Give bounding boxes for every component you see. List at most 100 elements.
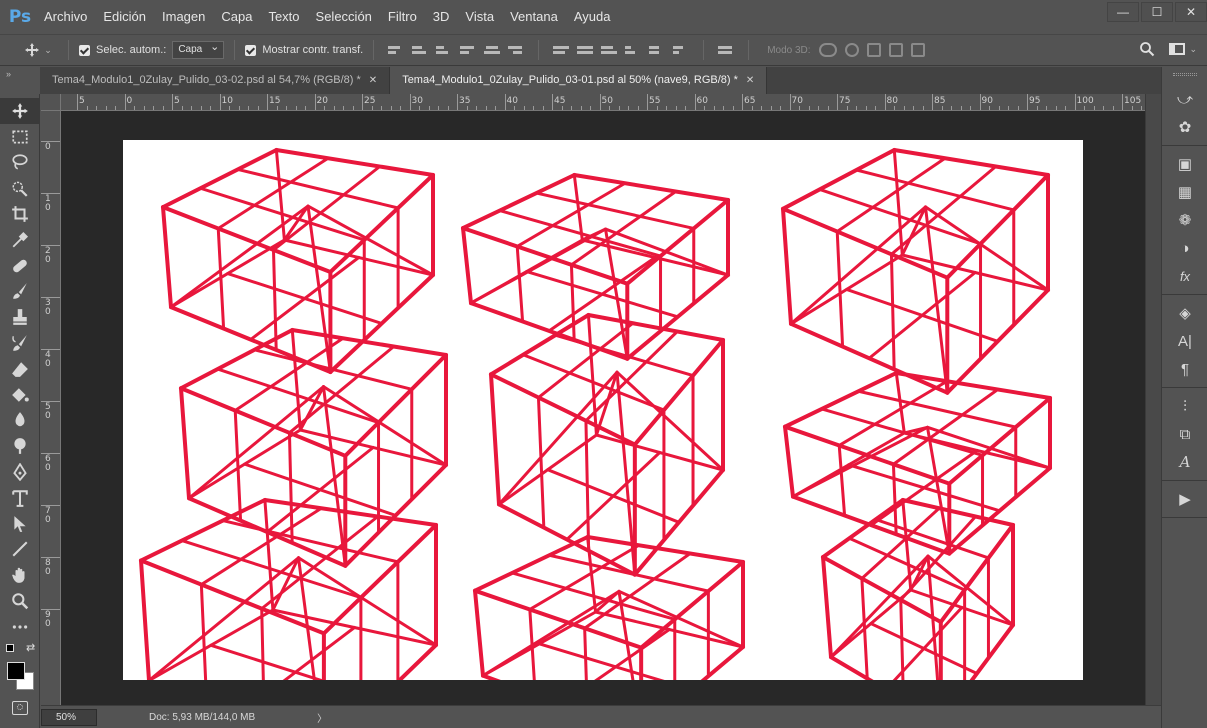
history-icon[interactable]: ⤻ <box>1162 85 1207 113</box>
hand-tool[interactable] <box>0 562 40 588</box>
type-tool[interactable] <box>0 485 40 511</box>
document-size-info[interactable]: Doc: 5,93 MB/144,0 MB <box>149 712 255 723</box>
quick-select-tool[interactable] <box>0 175 40 201</box>
slide-3d-icon[interactable] <box>888 43 903 57</box>
show-transform-checkbox[interactable] <box>245 44 257 56</box>
libraries-icon[interactable]: ▣ <box>1162 150 1207 178</box>
menu-ventana[interactable]: Ventana <box>502 0 566 34</box>
ruler-tick <box>941 106 943 110</box>
menu-vista[interactable]: Vista <box>457 0 502 34</box>
healing-tool[interactable] <box>0 253 40 279</box>
actions-icon[interactable]: ▶ <box>1162 485 1207 513</box>
distribute-left-icon[interactable] <box>625 42 641 58</box>
ruler-tick <box>447 106 449 110</box>
blur-tool[interactable] <box>0 408 40 434</box>
vertical-ruler[interactable]: 0 1 0 2 0 3 0 4 0 5 0 6 0 7 0 8 0 9 0 <box>41 111 61 705</box>
tab-document-03-01[interactable]: Tema4_Modulo1_0Zulay_Pulido_03-01.psd al… <box>390 67 768 94</box>
menu-edicion[interactable]: Edición <box>95 0 154 34</box>
styles-icon[interactable]: fx <box>1162 262 1207 290</box>
divider <box>703 40 705 60</box>
tool-preset-picker[interactable]: ⌄ <box>18 42 58 58</box>
foreground-color[interactable] <box>7 662 25 680</box>
orbit-3d-icon[interactable] <box>818 43 837 57</box>
marquee-tool[interactable] <box>0 124 40 150</box>
close-icon[interactable]: ✕ <box>369 67 377 94</box>
menu-filtro[interactable]: Filtro <box>380 0 425 34</box>
ruler-tick <box>172 94 173 110</box>
line-tool[interactable] <box>0 537 40 563</box>
distribute-hcenter-icon[interactable] <box>649 42 665 58</box>
pen-tool[interactable] <box>0 459 40 485</box>
minimize-button[interactable]: — <box>1107 2 1139 22</box>
brush-presets-icon[interactable]: ❁ <box>1162 206 1207 234</box>
roll-3d-icon[interactable] <box>844 43 859 57</box>
menu-3d[interactable]: 3D <box>425 0 458 34</box>
history-brush-tool[interactable] <box>0 330 40 356</box>
move-tool[interactable] <box>0 98 40 124</box>
align-horizontal-centers-icon[interactable] <box>484 42 501 58</box>
channels-icon[interactable]: ⧉ <box>1162 420 1207 448</box>
lasso-tool[interactable] <box>0 150 40 176</box>
panel-collapse-grip[interactable]: » <box>0 67 40 94</box>
properties-icon[interactable]: ⫶ <box>1162 392 1207 420</box>
auto-select-checkbox[interactable] <box>79 44 90 56</box>
menu-seleccion[interactable]: Selección <box>308 0 380 34</box>
clone-stamp-tool[interactable] <box>0 304 40 330</box>
swatches-icon[interactable]: ▦ <box>1162 178 1207 206</box>
align-top-edges-icon[interactable] <box>388 42 404 58</box>
sketch-stroke <box>473 588 485 678</box>
character-icon[interactable]: A| <box>1162 327 1207 355</box>
auto-align-layers-icon[interactable] <box>718 42 734 58</box>
document-canvas[interactable] <box>123 140 1083 705</box>
mode-3d-label: Modo 3D: <box>767 44 811 56</box>
distribute-right-icon[interactable] <box>673 42 689 58</box>
maximize-button[interactable]: ☐ <box>1141 2 1173 22</box>
zoom-tool[interactable] <box>0 588 40 614</box>
scale-3d-icon[interactable] <box>910 43 925 57</box>
status-menu-arrow[interactable]: 〉 <box>317 710 327 725</box>
zoom-level-field[interactable]: 50% <box>41 708 97 726</box>
distribute-vcenter-icon[interactable] <box>577 42 594 58</box>
search-icon[interactable] <box>1139 41 1155 57</box>
glyphs-icon[interactable]: A <box>1162 448 1207 476</box>
default-colors-icon[interactable] <box>6 644 14 652</box>
paint-bucket-tool[interactable] <box>0 382 40 408</box>
ruler-tick <box>466 106 468 110</box>
drag-3d-icon[interactable] <box>866 43 881 57</box>
close-button[interactable]: ✕ <box>1175 2 1207 22</box>
vertical-scrollbar[interactable] <box>1145 94 1161 705</box>
workspace-switcher-icon[interactable]: ⌄ <box>1169 43 1197 55</box>
brush-tool[interactable] <box>0 279 40 305</box>
eraser-tool[interactable] <box>0 356 40 382</box>
layers-icon[interactable]: ◈ <box>1162 299 1207 327</box>
quick-mask-icon[interactable] <box>12 701 28 715</box>
distribute-bottom-icon[interactable] <box>601 42 618 58</box>
close-icon[interactable]: ✕ <box>746 67 754 94</box>
ruler-corner[interactable] <box>41 94 61 111</box>
paragraph-icon[interactable]: ¶ <box>1162 355 1207 383</box>
align-right-edges-icon[interactable] <box>508 42 524 58</box>
swap-colors-icon[interactable]: ⇄ <box>26 641 35 654</box>
horizontal-ruler[interactable]: 5 0 5 10 15 20 25 30 35 40 45 50 55 60 65 70 75 80 85 90 95 1… <box>61 94 1161 111</box>
dodge-tool[interactable] <box>0 433 40 459</box>
distribute-top-icon[interactable] <box>553 42 570 58</box>
more-tools[interactable] <box>0 614 40 640</box>
menu-archivo[interactable]: Archivo <box>36 0 95 34</box>
path-select-tool[interactable] <box>0 511 40 537</box>
align-bottom-edges-icon[interactable] <box>436 42 452 58</box>
crop-tool[interactable] <box>0 201 40 227</box>
menu-ayuda[interactable]: Ayuda <box>566 0 619 34</box>
align-left-edges-icon[interactable] <box>460 42 476 58</box>
align-vertical-centers-icon[interactable] <box>412 42 428 58</box>
eyedropper-tool[interactable] <box>0 227 40 253</box>
menu-texto[interactable]: Texto <box>260 0 307 34</box>
panel-collapse-grip[interactable] <box>1162 67 1207 81</box>
menu-capa[interactable]: Capa <box>213 0 260 34</box>
canvas-area[interactable] <box>61 111 1145 705</box>
menu-imagen[interactable]: Imagen <box>154 0 213 34</box>
color-icon[interactable]: ✿ <box>1162 113 1207 141</box>
adjustments-icon[interactable]: ◑ <box>1162 234 1207 262</box>
tab-document-03-02[interactable]: Tema4_Modulo1_0Zulay_Pulido_03-02.psd al… <box>40 67 391 94</box>
auto-select-dropdown[interactable]: Capa <box>172 39 225 59</box>
color-picker[interactable] <box>7 662 37 692</box>
